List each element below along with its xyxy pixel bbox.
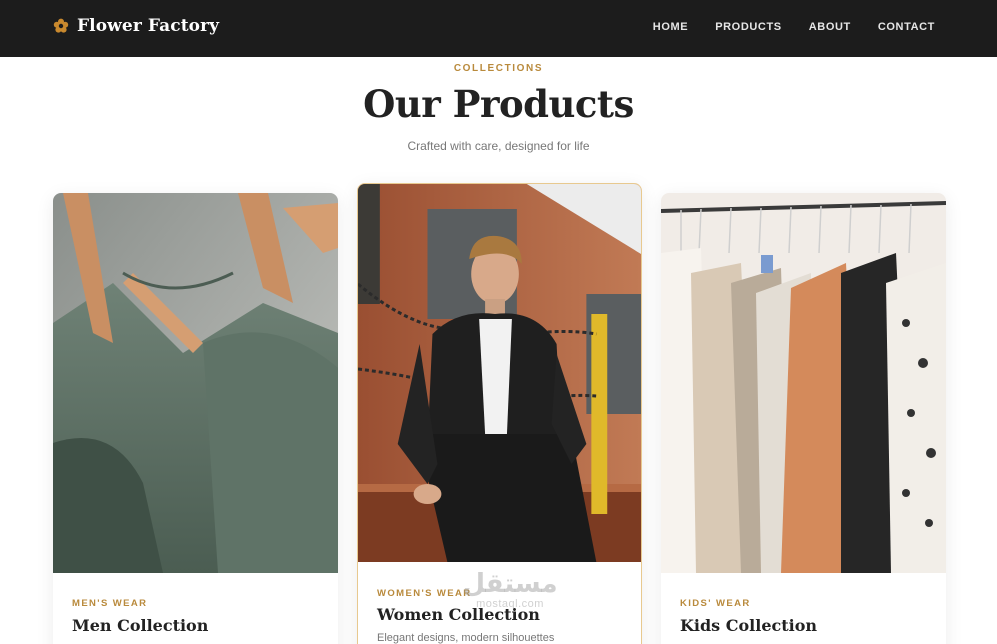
card-title: Women Collection <box>377 605 540 624</box>
navbar: Flower Factory HOME PRODUCTS ABOUT CONTA… <box>0 0 997 57</box>
card-category: WOMEN'S WEAR <box>377 588 472 599</box>
man-in-leather-jacket-photo <box>358 184 641 562</box>
card-description: Elegant designs, modern silhouettes <box>377 632 555 644</box>
brand-logo[interactable]: Flower Factory <box>53 16 219 36</box>
section-subtitle: Crafted with care, designed for life <box>407 139 590 153</box>
clothing-rack-photo <box>661 193 946 573</box>
card-title: Kids Collection <box>680 616 818 635</box>
nav-about[interactable]: ABOUT <box>809 21 851 33</box>
brand-name: Flower Factory <box>77 16 220 36</box>
product-card-women[interactable]: WOMEN'S WEAR Women Collection Elegant de… <box>357 183 642 644</box>
page-title: Our Products <box>363 82 634 126</box>
nav-home[interactable]: HOME <box>653 21 688 33</box>
section-eyebrow: COLLECTIONS <box>453 63 544 74</box>
card-category: MEN'S WEAR <box>72 598 148 609</box>
green-shirts-on-hangers-photo <box>53 193 338 573</box>
flower-icon <box>53 18 69 33</box>
nav-products[interactable]: PRODUCTS <box>715 21 782 33</box>
product-card-men[interactable]: MEN'S WEAR Men Collection <box>53 193 338 644</box>
product-card-kids[interactable]: KIDS' WEAR Kids Collection <box>661 193 946 644</box>
main-nav: HOME PRODUCTS ABOUT CONTACT <box>626 21 935 33</box>
nav-contact[interactable]: CONTACT <box>878 21 935 33</box>
card-title: Men Collection <box>72 616 209 635</box>
card-category: KIDS' WEAR <box>680 598 751 609</box>
